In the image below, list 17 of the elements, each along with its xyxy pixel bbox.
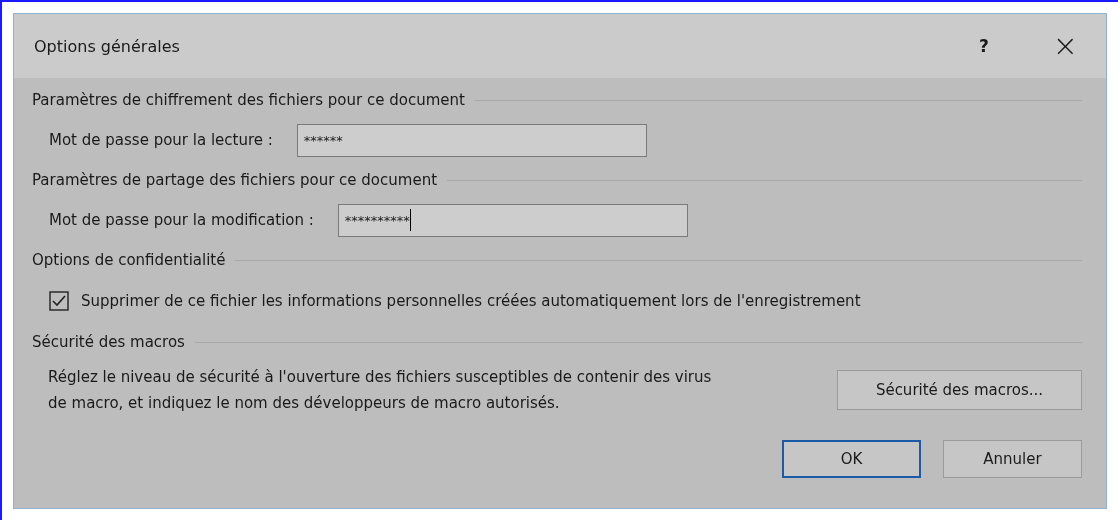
- password-field[interactable]: ******: [296, 123, 647, 157]
- field-label: Mot de passe pour la modification :: [49, 211, 314, 229]
- section-heading: Paramètres de chiffrement des fichiers pour ce document: [32, 91, 465, 109]
- section-heading: Paramètres de partage des fichiers pour ce document: [32, 171, 438, 189]
- section-heading: Sécurité des macros: [32, 333, 185, 351]
- description-text: Réglez le niveau de sécurité à l'ouverture des fichiers susceptibles de contenir des virus de macro, et indiquez le nom des développeurs de macro autorisés.: [48, 367, 713, 414]
- ok-button[interactable]: OK: [782, 440, 921, 478]
- help-button[interactable]: ?: [973, 36, 995, 56]
- close-button[interactable]: ×: [1046, 31, 1084, 61]
- window-title: Options générales: [34, 36, 181, 56]
- field-label: Mot de passe pour la lecture :: [49, 131, 273, 149]
- macro-security-button[interactable]: Sécurité des macros...: [837, 370, 1082, 410]
- section-heading: Options de confidentialité: [32, 251, 226, 269]
- password-field[interactable]: **********: [337, 203, 688, 237]
- checkbox-label: Supprimer de ce fichier les informations personnelles créées automatiquement lors de l'enregistrement: [81, 292, 861, 310]
- cancel-button[interactable]: Annuler: [943, 440, 1082, 478]
- checkbox[interactable]: [49, 291, 69, 311]
